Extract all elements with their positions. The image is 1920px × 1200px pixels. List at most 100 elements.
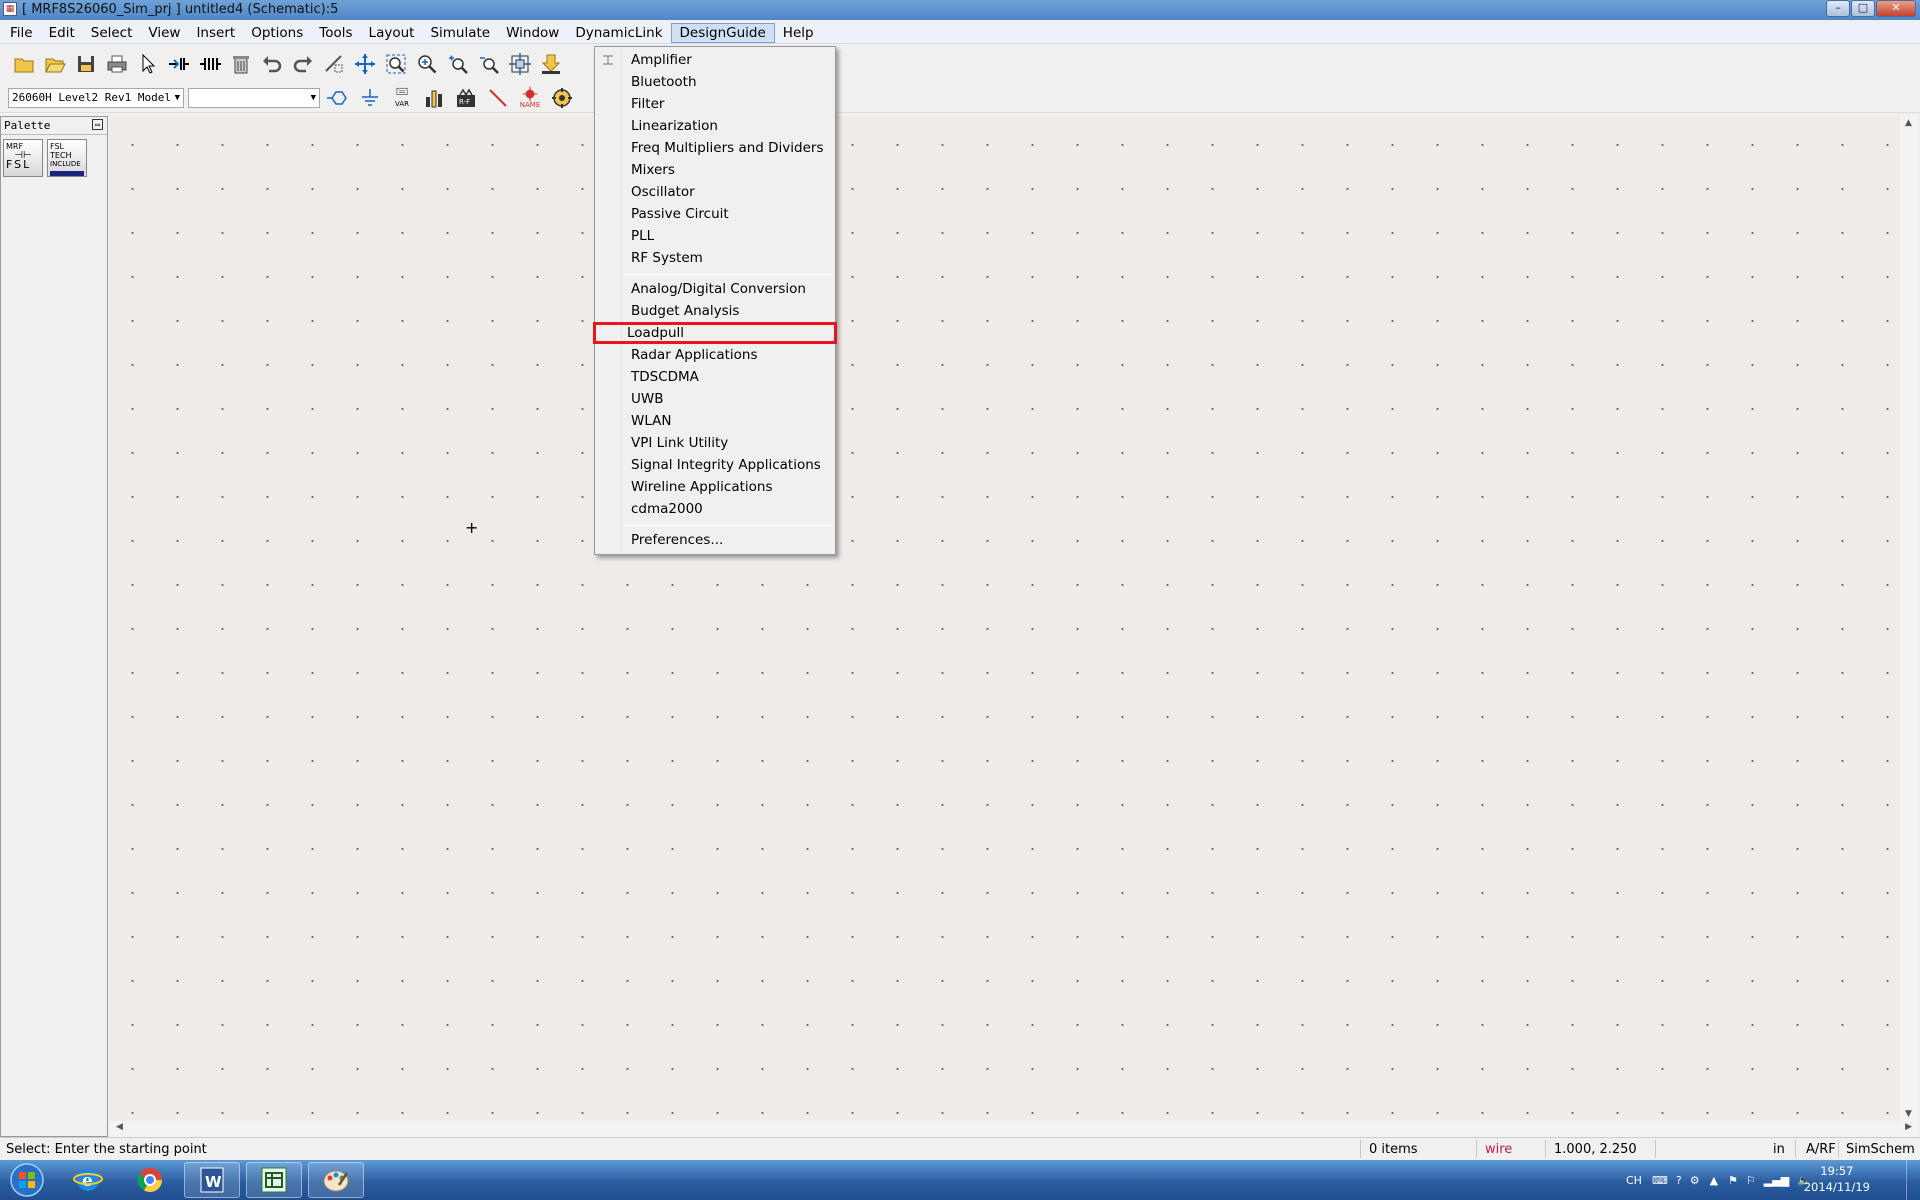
menu-file[interactable]: File	[2, 23, 41, 43]
menu-dynamiclink[interactable]: DynamicLink	[567, 23, 670, 43]
menu-item-signal-integrity[interactable]: Signal Integrity Applications	[597, 454, 833, 476]
display-template-icon[interactable]	[420, 84, 448, 112]
wire-icon[interactable]	[484, 84, 512, 112]
palette-item-fsl-tech-include[interactable]: FSL TECH INCLUDE	[47, 139, 87, 177]
menu-item-mixers[interactable]: Mixers	[597, 159, 833, 181]
menu-insert[interactable]: Insert	[188, 23, 243, 43]
menu-item-wireline-applications[interactable]: Wireline Applications	[597, 476, 833, 498]
library-combo-value: 26060H Level2 Rev1 Model	[12, 90, 171, 104]
menu-item-radar-applications[interactable]: Radar Applications	[597, 344, 833, 366]
close-button[interactable]: ✕	[1876, 0, 1916, 17]
keyboard-icon[interactable]: ⌨	[1652, 1174, 1668, 1187]
window-controls: – □ ✕	[1826, 0, 1916, 17]
word-icon[interactable]: W	[184, 1162, 240, 1198]
status-domain: A/RF	[1806, 1142, 1836, 1157]
open-folder-icon[interactable]	[41, 50, 69, 78]
scroll-left-icon[interactable]: ◀	[116, 1122, 123, 1132]
menu-item-passive-circuit[interactable]: Passive Circuit	[597, 203, 833, 225]
menu-item-analog-digital-conversion[interactable]: Analog/Digital Conversion	[597, 278, 833, 300]
name-icon[interactable]: NAME	[516, 84, 544, 112]
scroll-down-icon[interactable]: ▼	[1905, 1109, 1912, 1119]
show-hidden-icons-icon[interactable]: ▲	[1710, 1174, 1718, 1187]
menu-item-filter[interactable]: Filter	[597, 93, 833, 115]
show-desktop-button[interactable]	[1906, 1160, 1920, 1200]
menu-layout[interactable]: Layout	[361, 23, 423, 43]
help-icon[interactable]: ?	[1676, 1174, 1682, 1187]
palette-item-mrf-fsl[interactable]: MRF ⊣⊢ FSL	[3, 139, 43, 177]
menu-item-vpi-link-utility[interactable]: VPI Link Utility	[597, 432, 833, 454]
undo-icon[interactable]	[258, 50, 286, 78]
menu-item-pll[interactable]: PLL	[597, 225, 833, 247]
minimize-button[interactable]: –	[1826, 0, 1850, 17]
mirror-icon[interactable]	[320, 50, 348, 78]
chrome-icon[interactable]	[122, 1162, 178, 1198]
menu-designguide[interactable]: DesignGuide	[670, 22, 775, 43]
insert-component-icon[interactable]	[196, 50, 224, 78]
menu-item-cdma2000[interactable]: cdma2000	[597, 498, 833, 520]
print-icon[interactable]	[103, 50, 131, 78]
simulate-icon[interactable]: R-F	[452, 84, 480, 112]
insert-port-icon[interactable]	[165, 50, 193, 78]
menu-item-linearization[interactable]: Linearization	[597, 115, 833, 137]
menu-tools[interactable]: Tools	[311, 23, 360, 43]
system-tray: CH ⌨ ? ⚙ ▲ ⚑ ⚐ ▂▄▆ 🔈	[1626, 1160, 1811, 1200]
scroll-right-icon[interactable]: ▶	[1905, 1122, 1912, 1132]
language-indicator[interactable]: CH	[1626, 1174, 1642, 1187]
menu-item-loadpull[interactable]: Loadpull	[593, 322, 837, 344]
menu-item-amplifier[interactable]: Amplifier	[597, 49, 833, 71]
maximize-button[interactable]: □	[1851, 0, 1875, 17]
main-toolbar	[0, 47, 1920, 81]
menu-item-rf-system[interactable]: RF System	[597, 247, 833, 269]
dock-icon[interactable]: ▭	[92, 119, 103, 130]
menu-item-oscillator[interactable]: Oscillator	[597, 181, 833, 203]
menu-item-budget-analysis[interactable]: Budget Analysis	[597, 300, 833, 322]
ground-icon[interactable]	[356, 84, 384, 112]
menu-item-wlan[interactable]: WLAN	[597, 410, 833, 432]
port-icon[interactable]	[324, 84, 352, 112]
save-icon[interactable]	[72, 50, 100, 78]
select-arrow-icon[interactable]	[134, 50, 162, 78]
zoom-area-icon[interactable]	[382, 50, 410, 78]
network-icon[interactable]: ▂▄▆	[1764, 1174, 1789, 1187]
menu-edit[interactable]: Edit	[41, 23, 83, 43]
zoom-in-2-icon[interactable]	[444, 50, 472, 78]
tune-icon[interactable]	[548, 84, 576, 112]
fit-view-icon[interactable]	[506, 50, 534, 78]
menu-window[interactable]: Window	[498, 23, 567, 43]
zoom-out-icon[interactable]	[475, 50, 503, 78]
menu-simulate[interactable]: Simulate	[422, 23, 498, 43]
component-combo[interactable]: ▼	[188, 87, 320, 108]
settings-icon[interactable]: ⚙	[1690, 1174, 1700, 1187]
menu-help[interactable]: Help	[775, 23, 822, 43]
security-icon[interactable]: ⚑	[1728, 1174, 1738, 1187]
menu-item-preferences[interactable]: Preferences...	[597, 529, 833, 551]
library-combo[interactable]: 26060H Level2 Rev1 Model ▼	[8, 87, 184, 108]
ads-app-icon[interactable]	[246, 1162, 302, 1198]
menu-separator	[625, 274, 831, 275]
redo-icon[interactable]	[289, 50, 317, 78]
menu-item-freq-multipliers[interactable]: Freq Multipliers and Dividers	[597, 137, 833, 159]
menu-options[interactable]: Options	[243, 23, 311, 43]
download-icon[interactable]	[537, 50, 565, 78]
zoom-in-icon[interactable]	[413, 50, 441, 78]
vertical-scrollbar[interactable]: ▲ ▼	[1900, 116, 1918, 1121]
paint-icon[interactable]	[308, 1162, 364, 1198]
menu-item-bluetooth[interactable]: Bluetooth	[597, 71, 833, 93]
menu-item-uwb[interactable]: UWB	[597, 388, 833, 410]
internet-explorer-icon[interactable]: e	[60, 1162, 116, 1198]
var-icon[interactable]: VAR	[388, 84, 416, 112]
delete-icon[interactable]	[227, 50, 255, 78]
schematic-canvas[interactable]	[110, 116, 1910, 1121]
system-clock[interactable]: 19:57 2014/11/19	[1804, 1163, 1870, 1195]
status-bar: Select: Enter the starting point 0 items…	[0, 1137, 1920, 1159]
menu-select[interactable]: Select	[83, 23, 141, 43]
scroll-up-icon[interactable]: ▲	[1905, 118, 1912, 128]
menu-view[interactable]: View	[140, 23, 188, 43]
horizontal-scrollbar[interactable]: ◀ ▶	[110, 1121, 1918, 1137]
new-folder-icon[interactable]	[10, 50, 38, 78]
menu-item-tdscdma[interactable]: TDSCDMA	[597, 366, 833, 388]
move-icon[interactable]	[351, 50, 379, 78]
start-orb-icon[interactable]	[4, 1162, 50, 1198]
action-center-flag-icon[interactable]: ⚐	[1746, 1174, 1756, 1187]
palette-header: Palette ▭	[1, 117, 107, 135]
